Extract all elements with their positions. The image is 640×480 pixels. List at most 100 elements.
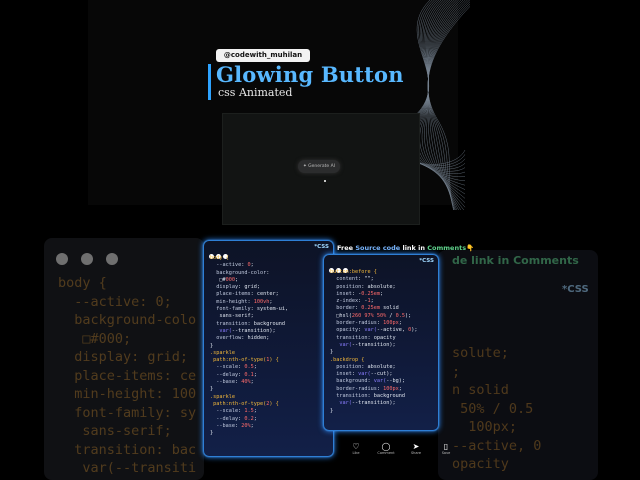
code-line: min-height: 100: [58, 386, 197, 402]
code-line: background-color:: [216, 269, 270, 276]
code-line: --scale: 1.5;: [216, 408, 257, 415]
code-line: var(--transition);: [339, 341, 396, 348]
code-line: □#000;: [210, 276, 239, 283]
code-line: --base: 20%;: [216, 422, 254, 429]
code-line: var(--transition);: [339, 400, 396, 407]
share-button[interactable]: ➤ Share: [406, 442, 426, 455]
code-line: font-family: system-ui,: [216, 306, 289, 313]
code-line: content: "";: [336, 276, 374, 283]
comment-button[interactable]: ◯ Comment: [376, 442, 396, 455]
code-line: }: [330, 407, 334, 414]
code-line: --active, 0: [452, 437, 542, 454]
code-line: }: [210, 386, 214, 393]
title-accent-bar: [208, 64, 211, 100]
bg-code-right: solute;; n solid 50% / 0.5 100px; --active…: [452, 344, 541, 474]
code-line: --base: 40%;: [216, 379, 254, 386]
code-line: display: grid;: [58, 349, 189, 365]
code-line: inset: -0.25em;: [336, 290, 384, 297]
code-line: display: grid;: [216, 284, 260, 291]
bookmark-icon: ▯: [443, 442, 449, 451]
pointing-down-icon: 👇: [466, 244, 475, 252]
action-bar: ♡ Like ◯ Comment ➤ Share ▯ Save: [346, 442, 456, 455]
bg-code-left: body { --active: 0; background-colo □#00…: [58, 274, 196, 478]
creator-handle: @codewith_muhilan: [216, 49, 310, 62]
code-line: .sparkle: [210, 393, 235, 400]
code-line: n solid: [452, 382, 509, 398]
code-line: transition: background: [216, 320, 285, 327]
code-line: opacity: var(--active, 0);: [336, 327, 418, 334]
code-line: transition: bac: [58, 441, 197, 458]
heart-icon: ♡: [352, 442, 360, 451]
css-label: *CSS: [314, 244, 329, 250]
code-line: overflow: hidden;: [216, 335, 270, 342]
code-line: --active: 0;: [58, 293, 172, 310]
code-block-right: button:before { content: ""; position: a…: [330, 269, 417, 415]
comment-icon: ◯: [381, 442, 391, 451]
code-line: transition: background: [336, 393, 405, 400]
code-line: position: absolute;: [336, 283, 396, 290]
code-block-left: body { --active: 0; background-color: □#…: [210, 255, 288, 437]
generate-ai-button[interactable]: ✦ Generate AI: [298, 160, 340, 173]
code-line: border-radius: 100px;: [336, 320, 402, 327]
code-line: background-colo: [58, 312, 197, 328]
code-line: 100px;: [452, 419, 518, 435]
generate-button-label: Generate AI: [308, 164, 336, 169]
code-line: place-items: ce: [58, 367, 197, 384]
code-line: var(--transition);: [219, 327, 276, 334]
code-line: }: [210, 342, 214, 349]
code-line: transition: opacity: [336, 334, 396, 341]
source-code-banner: Free Source code link in Comments👇: [337, 244, 474, 252]
code-line: background: var(--bg);: [336, 378, 405, 385]
code-line: border: 0.25em solid: [336, 305, 399, 312]
code-line: button:before {: [330, 269, 377, 275]
banner-text-free: Free: [337, 244, 356, 252]
code-line: solute;: [452, 345, 509, 361]
code-line: opacity: [452, 456, 509, 472]
bg-comments-banner: de link in Comments: [452, 254, 579, 267]
code-line: □#000;: [58, 330, 132, 347]
code-line: font-family: sy: [58, 404, 197, 421]
code-line: --delay: 0.1;: [216, 371, 257, 378]
like-label: Like: [352, 451, 360, 455]
banner-text-comments: Comments: [427, 244, 467, 252]
code-line: sans-serif;: [58, 423, 172, 439]
code-line: body {: [210, 255, 229, 261]
bg-window-dots: [56, 250, 119, 269]
code-line: var(--transiti: [58, 460, 197, 476]
code-line: □hsl(260 97% 50% / 0.5);: [330, 312, 412, 319]
cursor: [324, 180, 326, 182]
code-line: path:nth-of-type(2) {: [213, 400, 279, 407]
code-line: border-radius: 100px;: [336, 385, 402, 392]
code-line: body {: [58, 275, 107, 291]
save-label: Save: [441, 451, 451, 455]
like-button[interactable]: ♡ Like: [346, 442, 366, 455]
save-button[interactable]: ▯ Save: [436, 442, 456, 455]
code-card-left: *CSS body { --active: 0; background-colo…: [203, 240, 334, 457]
share-label: Share: [410, 451, 422, 455]
code-line: z-index: -1;: [336, 298, 374, 305]
banner-text-link: link in: [400, 244, 428, 252]
code-line: path:nth-of-type(1) {: [213, 357, 279, 364]
code-line: min-height: 100vh;: [216, 298, 273, 305]
code-line: position: absolute;: [336, 363, 396, 370]
bg-css-label: *CSS: [562, 284, 589, 295]
page-title: Glowing Button: [216, 62, 404, 87]
code-line: --scale: 0.5;: [216, 364, 257, 371]
code-line: 50% / 0.5: [452, 400, 534, 417]
code-line: sans-serif;: [210, 313, 254, 320]
code-line: --delay: 0.2;: [216, 415, 257, 422]
sparkle-icon: ✦: [302, 164, 307, 169]
code-line: ;: [452, 363, 461, 380]
comment-label: Comment: [377, 451, 395, 455]
code-line: inset: var(--cut);: [336, 371, 393, 378]
code-line: --active: 0;: [216, 262, 254, 269]
code-line: place-items: center;: [216, 291, 279, 298]
banner-text-source: Source code: [355, 244, 401, 252]
share-icon: ➤: [412, 442, 420, 451]
code-line: .sparkle: [210, 349, 235, 356]
code-line: }: [210, 430, 214, 437]
page-subtitle: css Animated: [218, 86, 293, 99]
code-card-right: *CSS button:before { content: ""; positi…: [323, 254, 439, 431]
css-label: *CSS: [419, 258, 434, 264]
code-line: .backdrop {: [330, 356, 365, 363]
